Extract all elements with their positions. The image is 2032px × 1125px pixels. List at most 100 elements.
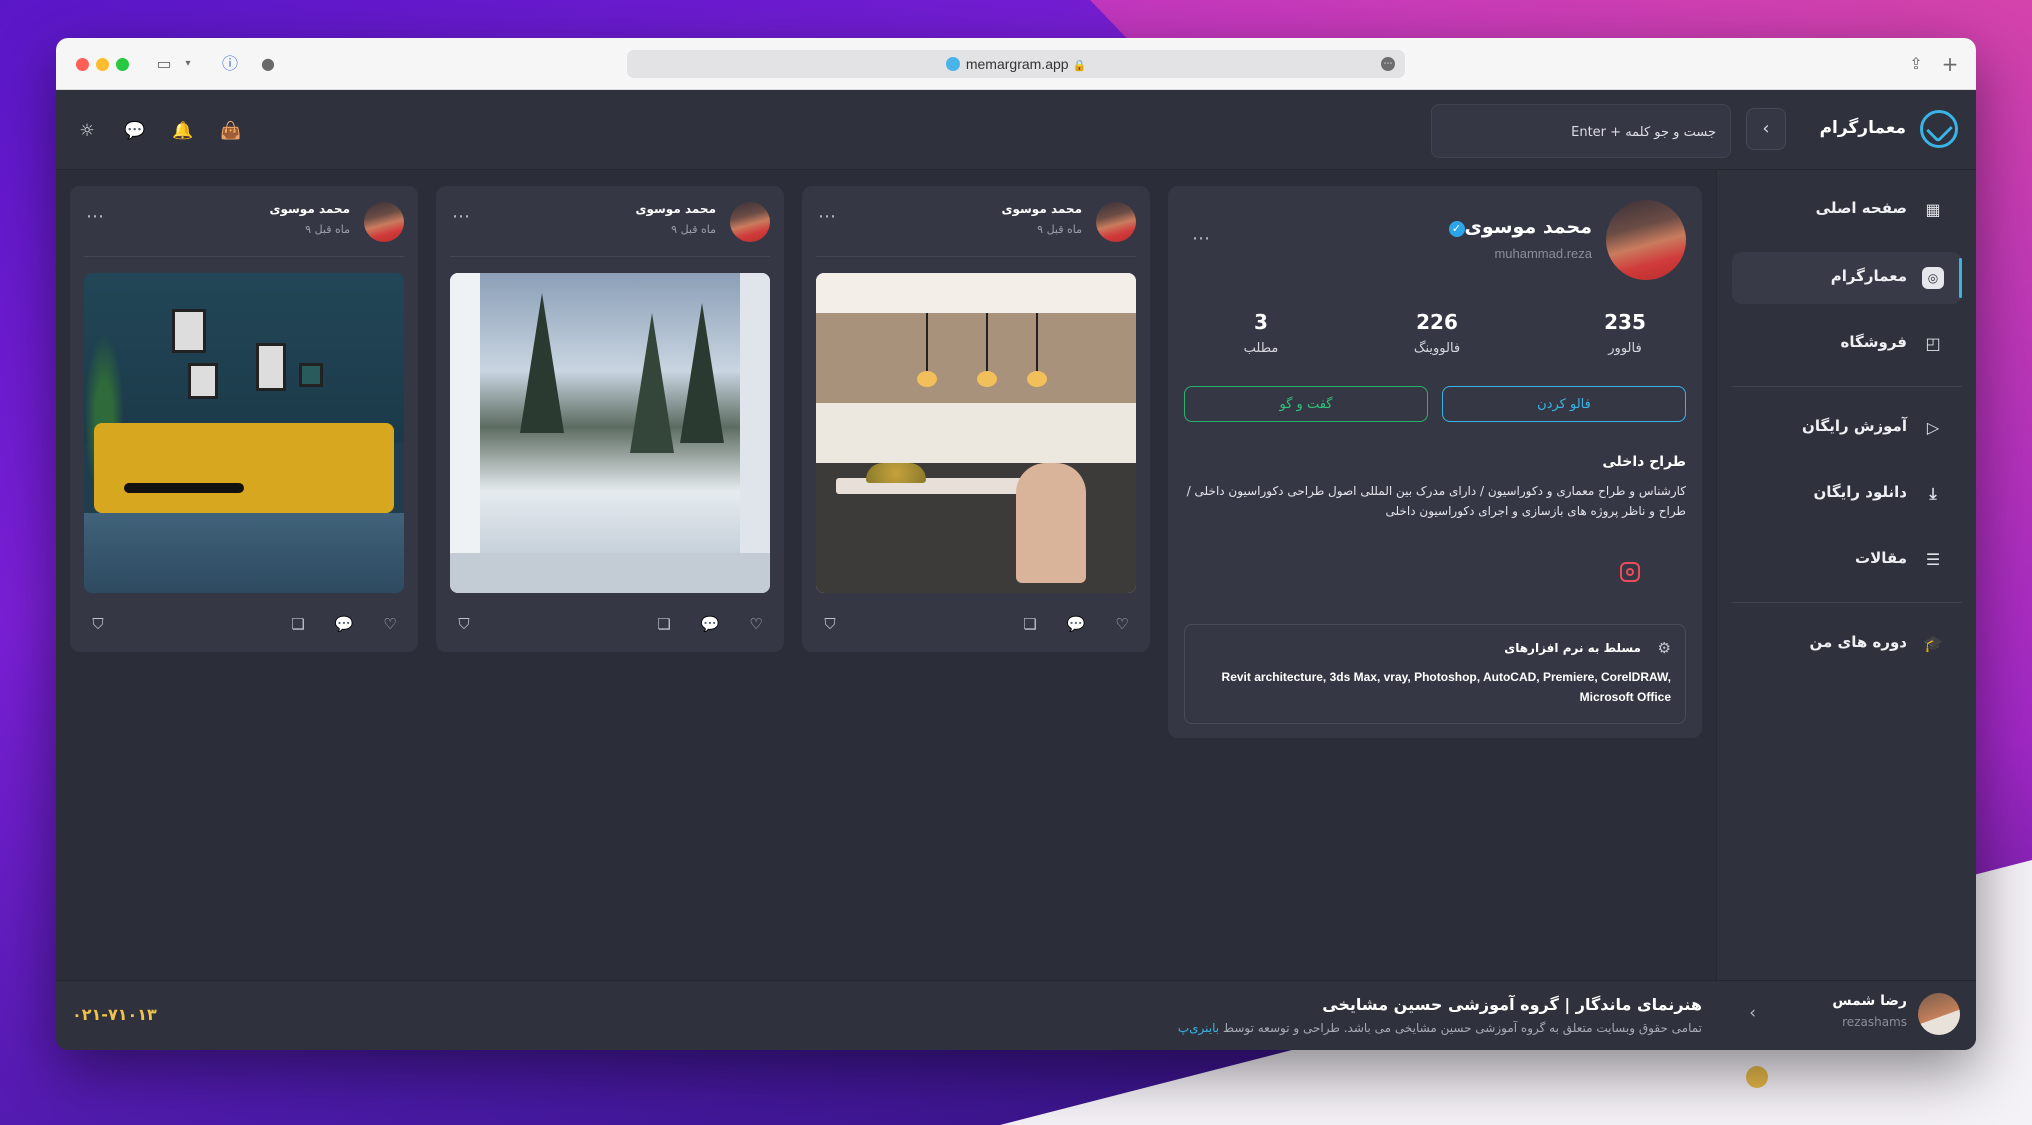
sidebar-item-label: آموزش رایگان — [1802, 417, 1907, 435]
sidebar-item-memargram[interactable]: ◎ معمارگرام — [1732, 252, 1962, 304]
heart-icon[interactable]: ♡ — [1112, 614, 1132, 634]
stat-followers-value: 235 — [1604, 310, 1646, 334]
chat-icon[interactable]: 💬 — [124, 120, 146, 142]
zoom-window-button[interactable] — [116, 58, 129, 71]
sidebar-item-label: مقالات — [1855, 549, 1907, 567]
post-more-icon[interactable]: ⋯ — [86, 206, 105, 227]
chat-button[interactable]: گفت و گو — [1184, 386, 1428, 422]
post-author-avatar[interactable] — [730, 202, 770, 242]
phone-number[interactable]: ۰۲۱-۷۱۰۱۳ — [72, 1005, 157, 1024]
desktop-dot — [1746, 1066, 1768, 1088]
stat-following-label: فالووینگ — [1413, 341, 1461, 356]
app-header: معمارگرام ‹ ☼ 💬 🔔 👜 — [56, 90, 1976, 170]
current-user-name[interactable]: رضا شمس — [1832, 993, 1907, 1009]
post-image[interactable] — [816, 273, 1136, 593]
sidebar-toggle-icon[interactable]: ▭ — [152, 52, 176, 76]
stat-following-value: 226 — [1416, 310, 1458, 334]
lock-icon: 🔒 — [1072, 60, 1087, 72]
post-divider — [450, 256, 770, 257]
chevron-down-icon[interactable]: ▾ — [176, 52, 200, 76]
skills-box: ⚙ مسلط به نرم افزارهای Revit architectur… — [1184, 624, 1686, 724]
chevron-left-icon: ‹ — [1762, 118, 1770, 139]
post-author-name[interactable]: محمد موسوی — [269, 202, 350, 216]
sidebar-item-label: فروشگاه — [1840, 333, 1907, 351]
sidebar-item-free-downloads[interactable]: ⤓ دانلود رایگان — [1732, 468, 1962, 520]
gallery-icon[interactable]: ❏ — [654, 614, 674, 634]
post-author-avatar[interactable] — [1096, 202, 1136, 242]
footer-copyright-text: تمامی حقوق وبسایت متعلق به گروه آموزشی ح… — [1222, 1021, 1702, 1035]
gear-icon: ⚙ — [1657, 639, 1671, 657]
site-favicon-icon — [945, 57, 960, 71]
browser-titlebar: ▭ ▾ ⓘ ● memargram.app 🔒 ⋯ ⇪ + — [56, 38, 1976, 90]
shopping-bag-icon[interactable]: 👜 — [220, 120, 242, 142]
sidebar-item-articles[interactable]: ☰ مقالات — [1732, 534, 1962, 586]
current-user-avatar[interactable] — [1918, 993, 1960, 1035]
bio-title: طراح داخلی — [1602, 454, 1686, 470]
bookmark-icon[interactable]: ⛉ — [454, 614, 474, 634]
password-manager-icon[interactable]: ⓘ — [218, 52, 242, 76]
follow-button[interactable]: فالو کردن — [1442, 386, 1686, 422]
brand-name[interactable]: معمارگرام — [1820, 118, 1906, 138]
post-author-name[interactable]: محمد موسوی — [635, 202, 716, 216]
sidebar-divider — [1732, 386, 1962, 387]
footer: رضا شمس rezashams ‹ هنرنمای ماندگار | گر… — [56, 980, 1976, 1050]
post-divider — [84, 256, 404, 257]
bookmark-icon[interactable]: ⛉ — [820, 614, 840, 634]
post-card: محمد موسوی ۹ ماه قبل ⋯ ♡ 💬 ❏ ⛉ — [802, 186, 1150, 652]
profile-avatar[interactable] — [1606, 200, 1686, 280]
sidebar-item-my-courses[interactable]: 🎓 دوره های من — [1732, 618, 1962, 670]
memargram-logo-icon[interactable] — [1920, 110, 1958, 148]
more-options-icon[interactable]: ⋯ — [1192, 228, 1211, 249]
post-author-name[interactable]: محمد موسوی — [1001, 202, 1082, 216]
address-bar[interactable]: memargram.app 🔒 ⋯ — [627, 50, 1405, 78]
share-icon[interactable]: ⇪ — [1904, 52, 1928, 76]
footer-copyright: تمامی حقوق وبسایت متعلق به گروه آموزشی ح… — [1178, 1021, 1702, 1035]
gallery-icon[interactable]: ❏ — [288, 614, 308, 634]
skills-title: مسلط به نرم افزارهای — [1504, 641, 1641, 655]
instagram-icon[interactable] — [1620, 562, 1640, 582]
chevron-left-icon[interactable]: ‹ — [1749, 1003, 1756, 1023]
post-card: محمد موسوی ۹ ماه قبل ⋯ ♡ 💬 ❏ ⛉ — [70, 186, 418, 652]
post-more-icon[interactable]: ⋯ — [818, 206, 837, 227]
extension-icon[interactable]: ● — [256, 52, 280, 76]
sidebar-item-home[interactable]: ▦ صفحه اصلی — [1732, 184, 1962, 236]
current-user-handle: rezashams — [1842, 1015, 1907, 1029]
heart-icon[interactable]: ♡ — [746, 614, 766, 634]
sidebar-item-shop[interactable]: ◰ فروشگاه — [1732, 318, 1962, 370]
stat-followers-label: فالوور — [1608, 341, 1642, 356]
minimize-window-button[interactable] — [96, 58, 109, 71]
post-divider — [816, 256, 1136, 257]
profile-name[interactable]: ✓ محمد موسوی — [1445, 216, 1592, 238]
sidebar-collapse-button[interactable]: ‹ — [1746, 108, 1786, 150]
post-author-avatar[interactable] — [364, 202, 404, 242]
heart-icon[interactable]: ♡ — [380, 614, 400, 634]
post-image[interactable] — [84, 273, 404, 593]
sidebar-item-label: معمارگرام — [1830, 267, 1907, 285]
comment-icon[interactable]: 💬 — [700, 614, 720, 634]
document-icon: ☰ — [1925, 550, 1941, 569]
post-image[interactable] — [450, 273, 770, 593]
post-card: محمد موسوی ۹ ماه قبل ⋯ ♡ 💬 ❏ ⛉ — [436, 186, 784, 652]
gallery-icon[interactable]: ❏ — [1020, 614, 1040, 634]
sidebar-divider — [1732, 602, 1962, 603]
developer-link[interactable]: باینری‌پ — [1178, 1021, 1219, 1035]
comment-icon[interactable]: 💬 — [334, 614, 354, 634]
bell-icon[interactable]: 🔔 — [172, 120, 194, 142]
verified-badge-icon: ✓ — [1448, 221, 1465, 237]
close-window-button[interactable] — [76, 58, 89, 71]
footer-title: هنرنمای ماندگار | گروه آموزشی حسین مشایخ… — [1322, 995, 1702, 1014]
skills-text: Revit architecture, 3ds Max, vray, Photo… — [1221, 670, 1671, 704]
sidebar-item-free-courses[interactable]: ▷ آموزش رایگان — [1732, 402, 1962, 454]
post-more-icon[interactable]: ⋯ — [452, 206, 471, 227]
comment-icon[interactable]: 💬 — [1066, 614, 1086, 634]
profile-card: ✓ محمد موسوی muhammad.reza ⋯ 235 فالوور 2… — [1168, 186, 1702, 738]
more-icon[interactable]: ⋯ — [1381, 57, 1395, 71]
search-input[interactable] — [1446, 105, 1716, 159]
sun-icon[interactable]: ☼ — [76, 120, 98, 142]
new-tab-icon[interactable]: + — [1938, 52, 1962, 76]
bookmark-icon[interactable]: ⛉ — [88, 614, 108, 634]
sidebar-item-label: دانلود رایگان — [1813, 483, 1908, 501]
post-time: ۹ ماه قبل — [305, 223, 350, 236]
search-box[interactable] — [1431, 104, 1731, 159]
play-icon: ▷ — [1926, 418, 1940, 437]
